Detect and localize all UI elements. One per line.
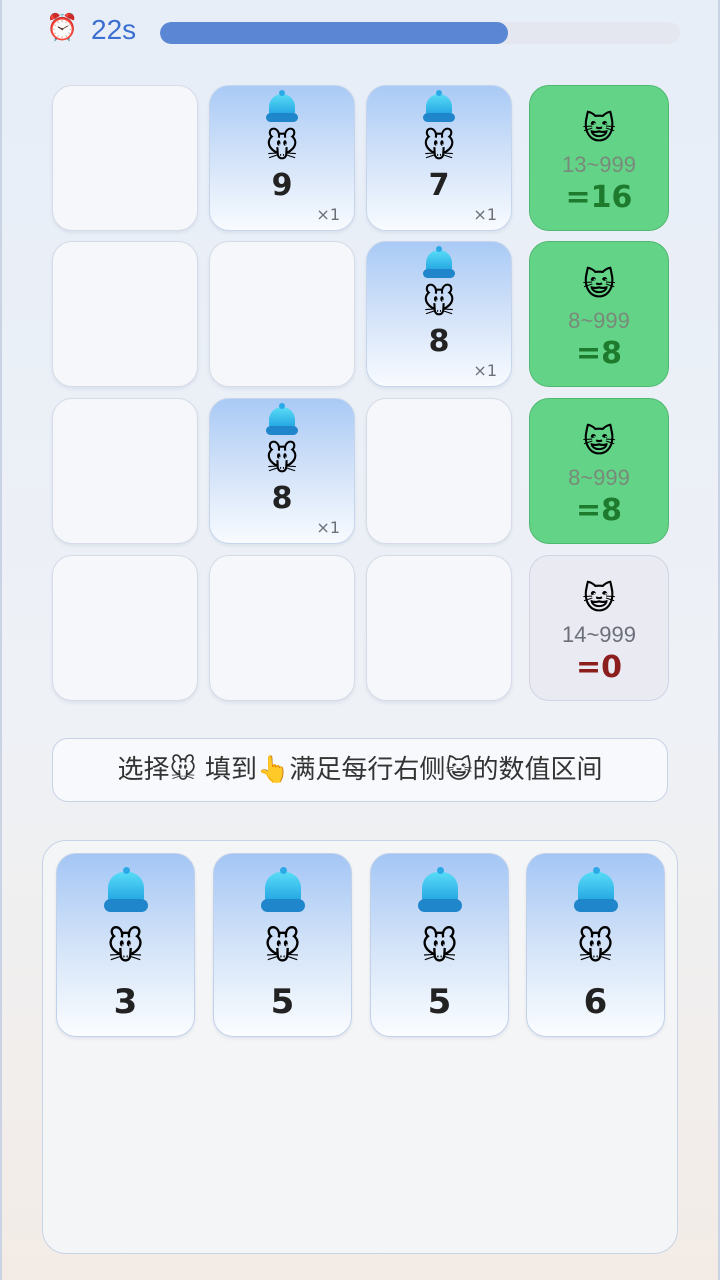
cell-value: 9 xyxy=(271,168,293,203)
target-range: 8~999 xyxy=(568,465,630,490)
board-cell-empty[interactable] xyxy=(52,241,198,387)
cat-icon: 😺 xyxy=(582,422,616,460)
row-target: 😺 8~999 =8 xyxy=(529,398,669,544)
alarm-clock-icon: ⏰ xyxy=(46,13,79,43)
cell-value: 8 xyxy=(271,481,293,516)
pointing-hand-icon: 👆 xyxy=(256,755,290,785)
instruction-banner: 选择🐭 填到👆满足每行右侧😺的数值区间 xyxy=(52,738,668,802)
hat-icon xyxy=(423,246,455,280)
tray-piece[interactable]: 🐭 5 xyxy=(213,853,352,1037)
board-cell-empty[interactable] xyxy=(52,85,198,231)
target-sum: =0 xyxy=(575,650,622,685)
mouse-icon: 🐭 xyxy=(422,283,456,321)
board-cell-empty[interactable] xyxy=(52,555,198,701)
board-cell-filled[interactable]: 🐭 7 ×1 xyxy=(366,85,512,231)
hat-icon xyxy=(573,867,618,914)
hat-icon xyxy=(266,403,298,437)
piece-value: 6 xyxy=(583,982,608,1022)
cell-multiplier: ×1 xyxy=(473,361,497,380)
piece-value: 5 xyxy=(270,982,295,1022)
tray-piece[interactable]: 🐭 5 xyxy=(370,853,509,1037)
target-range: 8~999 xyxy=(568,308,630,333)
target-range: 13~999 xyxy=(561,152,637,177)
hat-icon xyxy=(266,90,298,124)
row-target: 😺 13~999 =16 xyxy=(529,85,669,231)
cat-icon: 😺 xyxy=(582,109,616,147)
piece-value: 3 xyxy=(113,982,138,1022)
cat-icon: 😺 xyxy=(445,755,473,785)
cell-value: 8 xyxy=(428,324,450,359)
target-sum: =8 xyxy=(575,493,622,528)
board-cell-empty[interactable] xyxy=(366,398,512,544)
mouse-icon: 🐭 xyxy=(169,755,197,785)
board-cell-filled[interactable]: 🐭 8 ×1 xyxy=(366,241,512,387)
hat-icon xyxy=(417,867,462,914)
instruction-text-4: 的数值区间 xyxy=(472,755,603,785)
timer-progress-fill xyxy=(160,22,509,44)
timer-label: 22s xyxy=(91,14,137,45)
mouse-icon: 🐭 xyxy=(265,127,299,165)
mouse-icon: 🐭 xyxy=(106,927,145,968)
board-cell-empty[interactable] xyxy=(52,398,198,544)
mouse-icon: 🐭 xyxy=(422,127,456,165)
board-cell-empty[interactable] xyxy=(366,555,512,701)
tray-piece[interactable]: 🐭 6 xyxy=(526,853,665,1037)
board-cell-empty[interactable] xyxy=(209,555,355,701)
piece-value: 5 xyxy=(427,982,452,1022)
target-range: 14~999 xyxy=(561,622,637,647)
cell-multiplier: ×1 xyxy=(316,518,340,537)
hat-icon xyxy=(260,867,305,914)
mouse-icon: 🐭 xyxy=(263,927,302,968)
row-target: 😺 8~999 =8 xyxy=(529,241,669,387)
mouse-icon: 🐭 xyxy=(420,927,459,968)
mouse-icon: 🐭 xyxy=(265,440,299,478)
cat-icon: 😺 xyxy=(582,265,616,303)
row-target: 😺 14~999 =0 xyxy=(529,555,669,701)
hat-icon xyxy=(103,867,148,914)
cat-icon: 😺 xyxy=(582,579,616,617)
cell-multiplier: ×1 xyxy=(473,205,497,224)
mouse-icon: 🐭 xyxy=(576,927,615,968)
hat-icon xyxy=(423,90,455,124)
board-cell-filled[interactable]: 🐭 9 ×1 xyxy=(209,85,355,231)
tray-piece[interactable]: 🐭 3 xyxy=(56,853,195,1037)
instruction-text-3: 满足每行右侧 xyxy=(289,755,446,785)
target-sum: =16 xyxy=(565,180,633,215)
instruction-text-1: 选择 xyxy=(117,755,170,785)
instruction-text-2: 填到 xyxy=(204,755,257,785)
cell-multiplier: ×1 xyxy=(316,205,340,224)
cell-value: 7 xyxy=(428,168,450,203)
target-sum: =8 xyxy=(575,336,622,371)
board-cell-empty[interactable] xyxy=(209,241,355,387)
top-bar: ⏰ 22s xyxy=(46,12,686,48)
timer-progress-bar xyxy=(160,22,680,44)
board-cell-filled[interactable]: 🐭 8 ×1 xyxy=(209,398,355,544)
